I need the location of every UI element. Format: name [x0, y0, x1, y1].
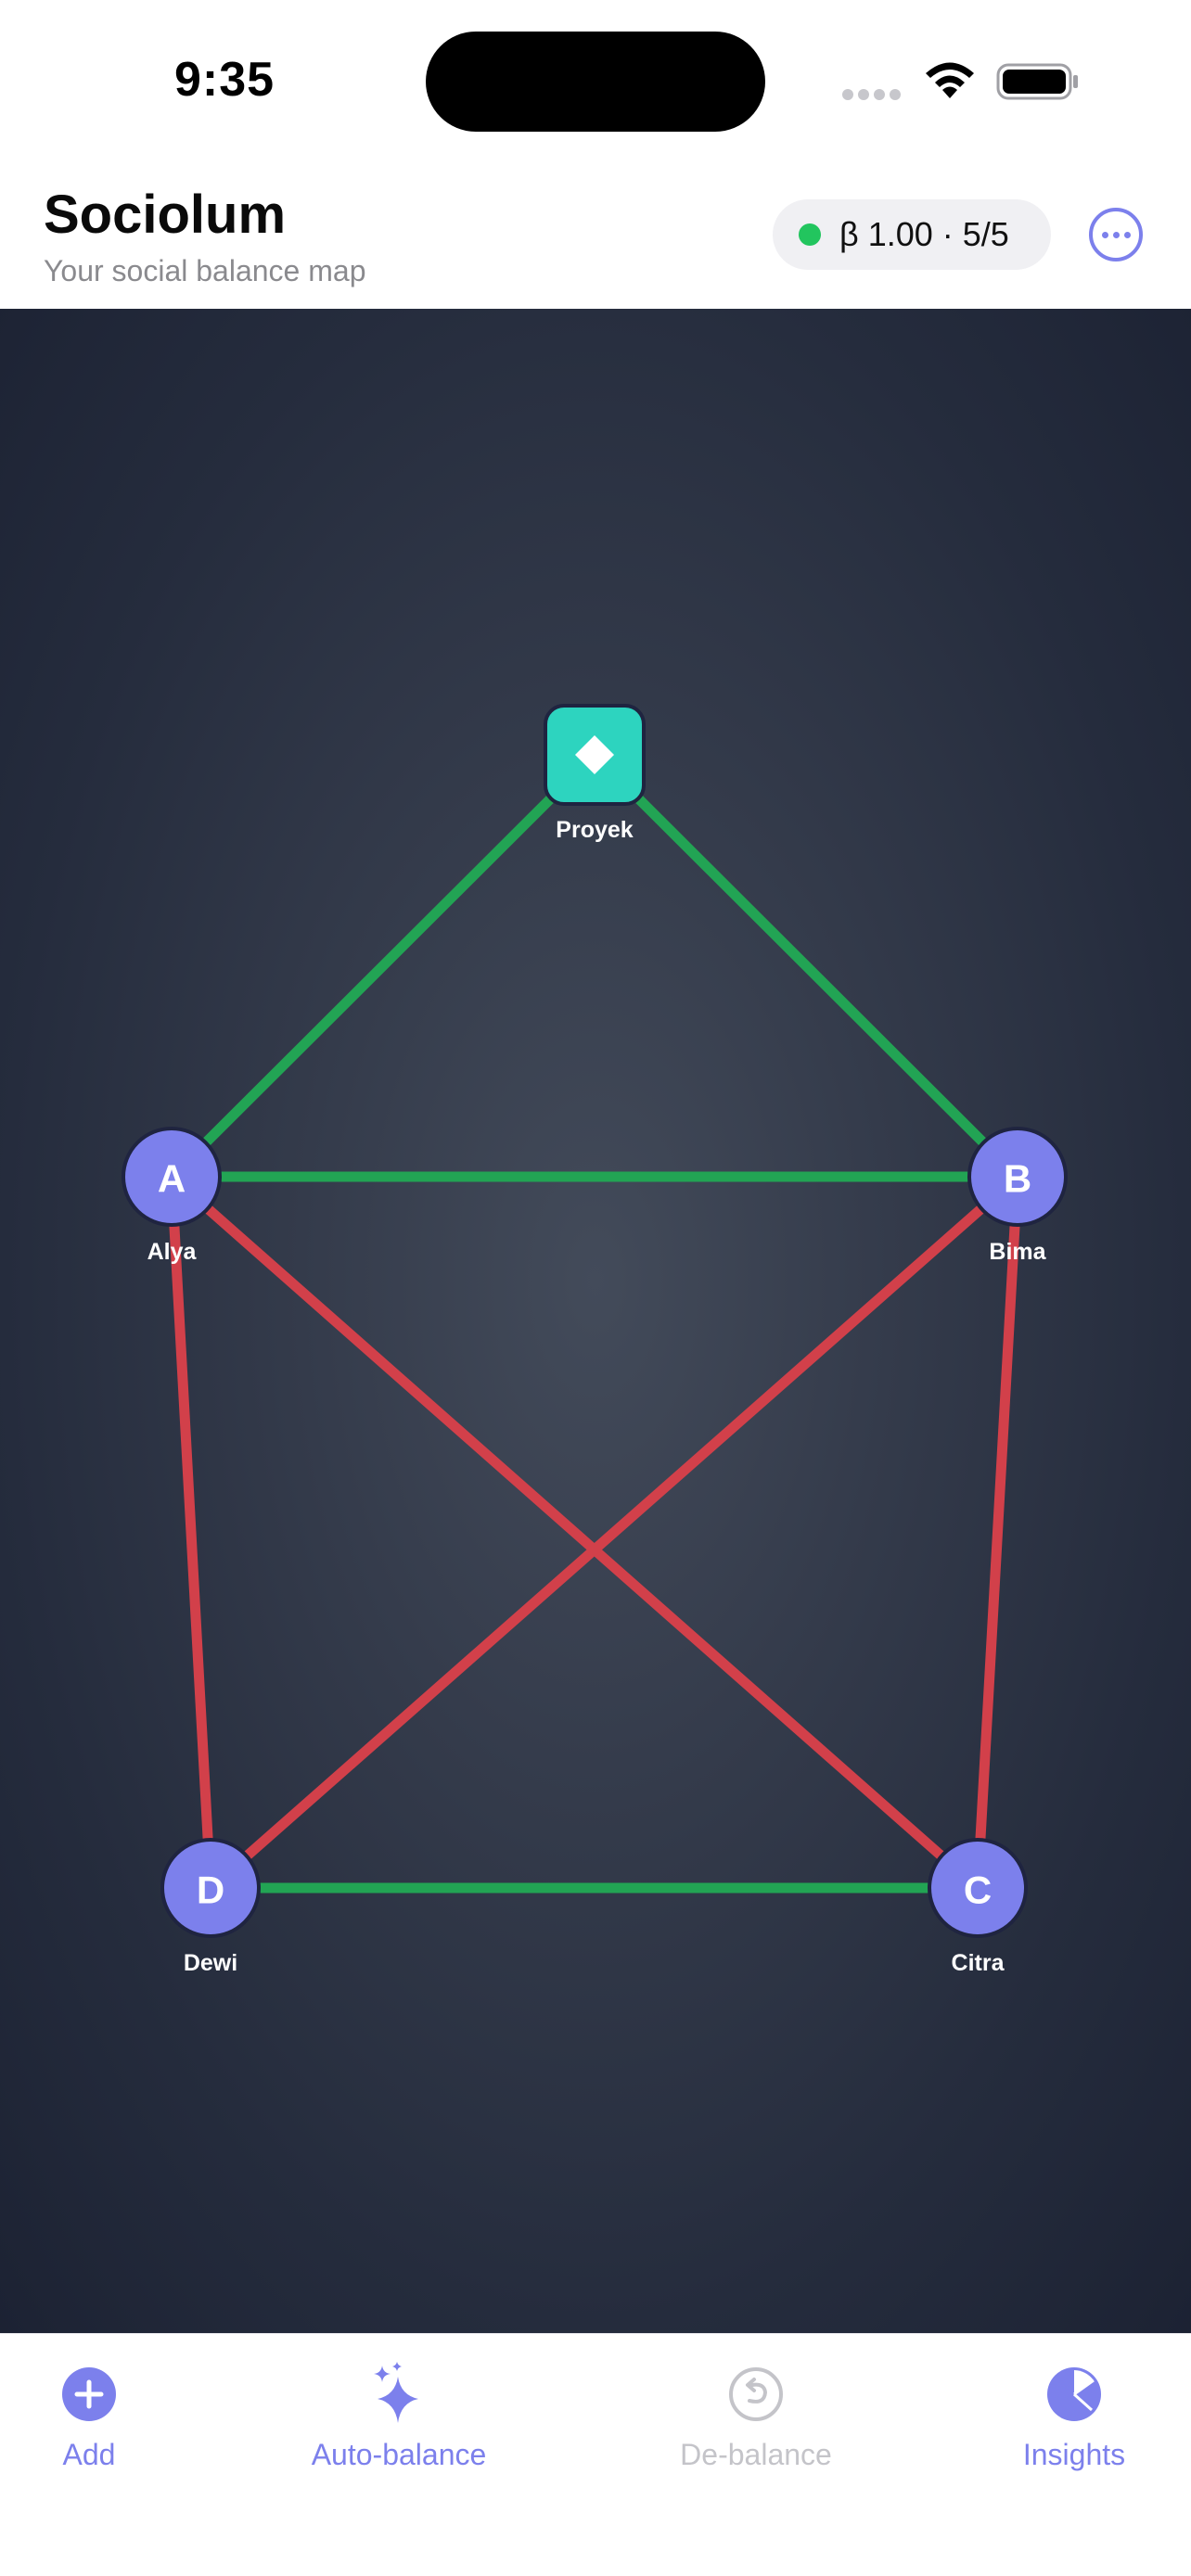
status-time: 9:35 — [174, 53, 275, 107]
edge-b-d-negative[interactable] — [205, 1171, 1023, 1894]
plus-circle-icon — [62, 2367, 116, 2421]
edge-p-a-positive[interactable] — [166, 749, 600, 1182]
ellipsis-icon — [1101, 231, 1108, 238]
balance-status-badge[interactable]: β 1.00 · 5/5 — [773, 199, 1051, 270]
auto-balance-label: Auto-balance — [311, 2438, 487, 2471]
node-citra[interactable]: C Citra — [928, 1838, 1028, 1976]
node-letter: C — [964, 1868, 992, 1912]
node-proyek[interactable]: Proyek — [544, 704, 646, 843]
de-balance-label: De-balance — [680, 2438, 832, 2471]
node-label: Bima — [989, 1239, 1046, 1265]
node-letter: D — [197, 1868, 224, 1912]
add-button[interactable]: Add — [33, 2362, 145, 2472]
edge-a-c-negative[interactable] — [166, 1171, 983, 1894]
node-dewi[interactable]: D Dewi — [160, 1838, 261, 1976]
app-subtitle: Your social balance map — [44, 254, 366, 287]
pie-chart-icon — [1047, 2367, 1101, 2421]
bottom-toolbar: Add Auto-balance De-balance Insights — [0, 2333, 1191, 2576]
wifi-icon — [926, 62, 974, 98]
edge-b-c-negative[interactable] — [972, 1171, 1023, 1894]
battery-icon — [996, 63, 1078, 100]
balance-status-text: β 1.00 · 5/5 — [839, 215, 1009, 253]
insights-label: Insights — [1022, 2438, 1126, 2471]
insights-button[interactable]: Insights — [1000, 2362, 1148, 2472]
de-balance-button[interactable]: De-balance — [649, 2362, 863, 2472]
node-alya[interactable]: A Alya — [122, 1127, 222, 1265]
balance-status-dot — [799, 223, 821, 246]
node-letter: A — [158, 1157, 186, 1201]
graph-canvas[interactable]: Proyek A Alya B Bima C Citra D Dewi — [0, 309, 1191, 2333]
status-bar: 9:35 — [0, 0, 1191, 158]
more-options-button[interactable] — [1089, 208, 1143, 261]
node-letter: B — [1004, 1157, 1031, 1201]
node-label: Proyek — [556, 817, 633, 843]
sparkles-icon — [374, 2362, 418, 2423]
dynamic-island — [426, 32, 765, 132]
edge-p-b-positive[interactable] — [589, 749, 1023, 1182]
social-graph[interactable]: Proyek A Alya B Bima C Citra D Dewi — [0, 309, 1191, 2333]
edge-a-d-negative[interactable] — [166, 1171, 216, 1894]
undo-circle-icon — [729, 2367, 783, 2421]
add-label: Add — [62, 2438, 116, 2471]
node-label: Dewi — [184, 1950, 237, 1976]
node-bima[interactable]: B Bima — [967, 1127, 1068, 1265]
app-header: Sociolum Your social balance map β 1.00 … — [0, 158, 1191, 309]
app-title: Sociolum — [44, 185, 287, 245]
node-label: Alya — [147, 1239, 198, 1265]
node-label: Citra — [952, 1950, 1005, 1976]
auto-balance-button[interactable]: Auto-balance — [288, 2362, 510, 2472]
cellular-signal-icon — [842, 88, 905, 105]
